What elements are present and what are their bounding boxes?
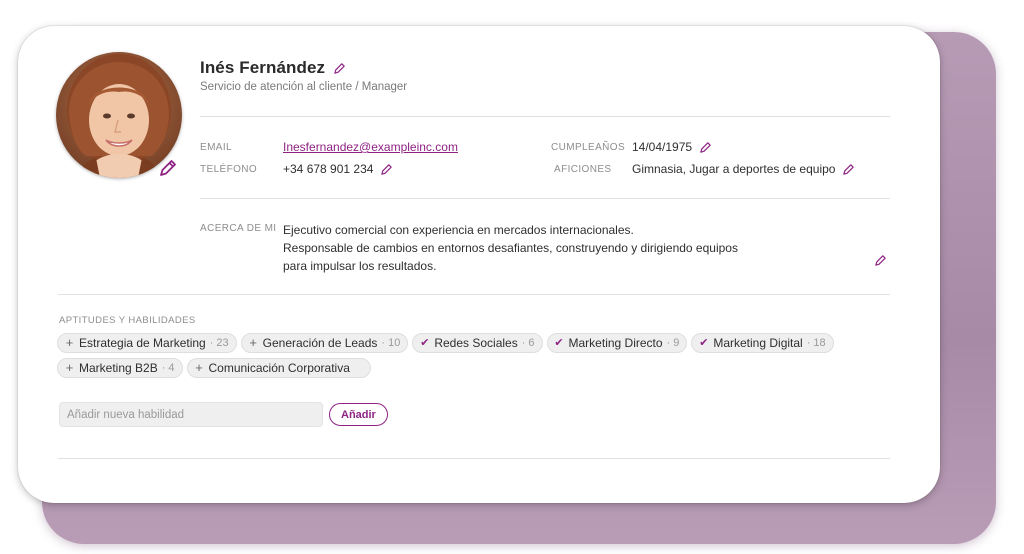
skill-chip[interactable]: ✔ Redes Sociales 6 bbox=[412, 333, 543, 353]
phone-value: +34 678 901 234 bbox=[283, 162, 393, 176]
skill-label: Comunicación Corporativa bbox=[208, 361, 350, 375]
about-text: Ejecutivo comercial con experiencia en m… bbox=[283, 221, 738, 275]
skill-endorsement-count: 4 bbox=[162, 362, 174, 374]
check-icon[interactable]: ✔ bbox=[698, 337, 709, 349]
skill-endorsement-count: 10 bbox=[381, 337, 400, 349]
profile-name: Inés Fernández bbox=[200, 58, 326, 77]
skill-label: Marketing Digital bbox=[713, 336, 803, 350]
plus-icon[interactable]: + bbox=[64, 361, 75, 374]
add-skill-button[interactable]: Añadir bbox=[329, 403, 388, 426]
profile-department: Servicio de atención al cliente / bbox=[200, 81, 359, 93]
skills-title: APTITUDES Y HABILIDADES bbox=[59, 315, 196, 326]
edit-name-pencil-icon[interactable] bbox=[333, 62, 346, 75]
skill-endorsement-count: 6 bbox=[522, 337, 534, 349]
edit-birthday-pencil-icon[interactable] bbox=[699, 141, 712, 154]
profile-card: Inés Fernández Servicio de atención al c… bbox=[18, 26, 940, 503]
edit-phone-pencil-icon[interactable] bbox=[380, 163, 393, 176]
skill-label: Marketing Directo bbox=[568, 336, 663, 350]
hobbies-value: Gimnasia, Jugar a deportes de equipo bbox=[632, 162, 855, 176]
plus-icon[interactable]: + bbox=[194, 361, 205, 374]
skill-chip[interactable]: + Comunicación Corporativa bbox=[186, 358, 371, 378]
email-label: EMAIL bbox=[200, 142, 233, 153]
divider bbox=[200, 198, 890, 199]
about-line: Ejecutivo comercial con experiencia en m… bbox=[283, 223, 634, 237]
edit-hobbies-pencil-icon[interactable] bbox=[842, 163, 855, 176]
profile-role: Manager bbox=[361, 81, 408, 93]
check-icon[interactable]: ✔ bbox=[554, 337, 565, 349]
skill-chip[interactable]: +Generación de Leads10 bbox=[240, 333, 409, 353]
skills-list: +Estrategia de Marketing23+Generación de… bbox=[57, 333, 877, 378]
divider bbox=[58, 294, 890, 295]
email-link[interactable]: Inesfernandez@exampleinc.com bbox=[283, 140, 458, 154]
skill-endorsement-count: 23 bbox=[210, 337, 228, 349]
about-label: ACERCA DE MI bbox=[200, 223, 277, 234]
skill-chip[interactable]: ✔Marketing Directo 9 bbox=[546, 333, 688, 353]
birthday-value: 14/04/1975 bbox=[632, 140, 712, 154]
skill-chip[interactable]: ✔ Marketing Digital 18 bbox=[691, 333, 834, 353]
check-icon[interactable]: ✔ bbox=[419, 337, 430, 349]
about-line: para impulsar los resultados. bbox=[283, 259, 437, 273]
name-row: Inés Fernández bbox=[200, 58, 346, 78]
birthday-text: 14/04/1975 bbox=[632, 140, 693, 154]
hobbies-label: AFICIONES bbox=[554, 164, 612, 175]
skill-chip[interactable]: + Marketing B2B 4 bbox=[57, 358, 183, 378]
phone-label: TELÉFONO bbox=[200, 164, 258, 175]
new-skill-input[interactable] bbox=[59, 402, 323, 427]
hobbies-text: Gimnasia, Jugar a deportes de equipo bbox=[632, 162, 836, 176]
birthday-label: CUMPLEAÑOS bbox=[551, 142, 626, 153]
about-line: Responsable de cambios en entornos desaf… bbox=[283, 241, 738, 255]
plus-icon[interactable]: + bbox=[64, 336, 75, 349]
email-value: Inesfernandez@exampleinc.com bbox=[283, 140, 458, 154]
skill-label: Generación de Leads bbox=[262, 336, 378, 350]
avatar-edit-pencil-icon[interactable] bbox=[158, 158, 178, 178]
edit-about-pencil-icon[interactable] bbox=[874, 254, 887, 267]
skill-endorsement-count: 18 bbox=[807, 337, 825, 349]
profile-subtitle: Servicio de atención al cliente / Manage… bbox=[200, 81, 407, 93]
divider bbox=[58, 458, 890, 459]
divider bbox=[200, 116, 890, 117]
skill-label: Redes Sociales bbox=[434, 336, 518, 350]
phone-text: +34 678 901 234 bbox=[283, 162, 374, 176]
skill-chip[interactable]: + Estrategia de Marketing 23 bbox=[57, 333, 237, 353]
skill-label: Estrategia de Marketing bbox=[79, 336, 206, 350]
skill-endorsement-count: 9 bbox=[667, 337, 679, 349]
skill-label: Marketing B2B bbox=[79, 361, 158, 375]
plus-icon[interactable]: + bbox=[248, 336, 259, 349]
